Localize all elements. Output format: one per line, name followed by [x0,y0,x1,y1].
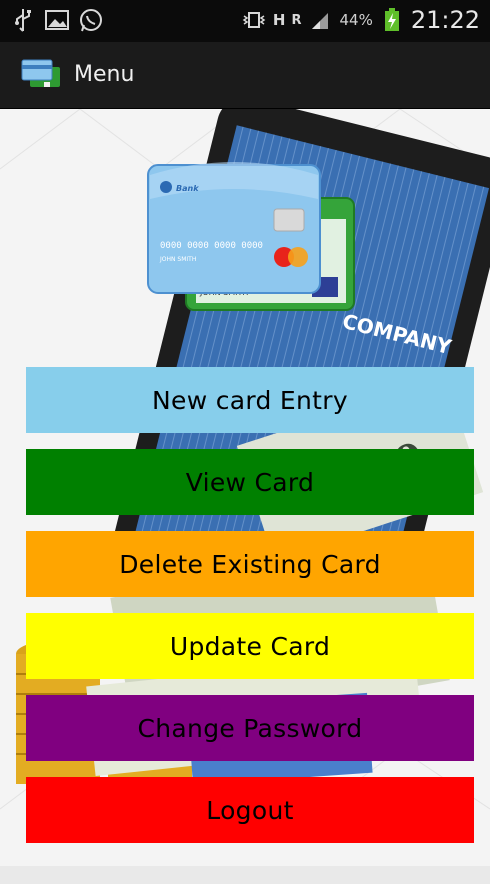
image-icon [44,6,70,34]
delete-existing-card-button[interactable]: Delete Existing Card [26,531,474,597]
svg-text:Bank: Bank [176,184,199,193]
clock: 21:22 [410,6,480,34]
svg-text:0000 0000 0000 0000: 0000 0000 0000 0000 [160,241,263,251]
menu-screen: 100 JOHN SMITH Bank 0000 0000 0000 0000 … [0,109,490,866]
credit-cards-app-icon[interactable] [20,58,64,92]
logout-button[interactable]: Logout [26,777,474,843]
usb-icon [10,6,36,34]
new-card-entry-button[interactable]: New card Entry [26,367,474,433]
update-card-button[interactable]: Update Card [26,613,474,679]
status-bar: H R 44% 21:22 [0,0,490,42]
network-r-indicator: R [291,12,302,28]
blue-card-illustration: Bank 0000 0000 0000 0000 JOHN SMITH [147,162,321,294]
battery-percent: 44% [339,11,373,29]
view-card-button[interactable]: View Card [26,449,474,515]
notification-icons [10,6,104,34]
system-icons: H R 44% 21:22 [241,6,480,34]
action-bar: Menu [0,42,490,109]
change-password-button[interactable]: Change Password [26,695,474,761]
network-h-indicator: H [272,11,286,29]
battery-charging-icon [379,6,405,34]
page-title: Menu [74,62,135,87]
svg-text:JOHN SMITH: JOHN SMITH [159,256,196,263]
whatsapp-icon [78,6,104,34]
vibrate-icon [241,6,267,34]
bottom-strip [0,866,490,884]
signal-icon [307,6,333,34]
